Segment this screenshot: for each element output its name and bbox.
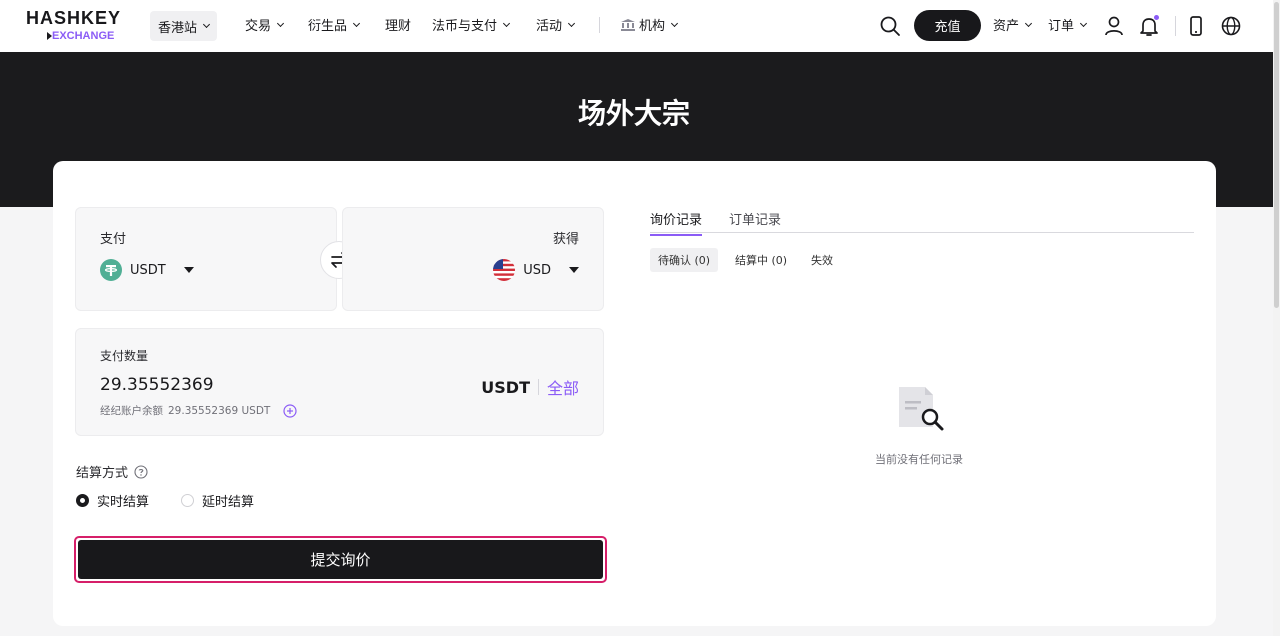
balance-row: 经纪账户余额 29.35552369 USDT: [100, 403, 297, 418]
empty-document-search-icon: [899, 387, 944, 431]
search-icon: [880, 16, 900, 36]
subtab-expired[interactable]: 失效: [803, 248, 841, 272]
menu-activities[interactable]: 活动: [536, 15, 576, 34]
scrollbar-thumb[interactable]: [1274, 2, 1279, 308]
account-button[interactable]: [1101, 13, 1127, 39]
tab-order-records[interactable]: 订单记录: [729, 209, 781, 234]
settlement-delayed-radio[interactable]: 延时结算: [181, 491, 254, 510]
receive-coin-label: USD: [523, 262, 551, 278]
notifications-button[interactable]: [1136, 13, 1162, 39]
region-label: 香港站: [158, 20, 198, 36]
chevron-down-icon: [502, 19, 511, 27]
nav-divider: [1175, 16, 1176, 36]
notification-dot: [1154, 15, 1159, 20]
max-button[interactable]: 全部: [547, 375, 579, 399]
menu-label: 衍生品: [308, 19, 348, 34]
empty-state-text: 当前没有任何记录: [875, 453, 963, 466]
caret-down-icon: [569, 267, 579, 273]
chevron-down-icon: [202, 20, 211, 29]
chevron-down-icon: [1079, 19, 1088, 27]
menu-label: 理财: [385, 19, 412, 34]
radio-unchecked-icon: [181, 494, 194, 507]
page-title: 场外大宗: [577, 97, 690, 130]
radio-label: 实时结算: [97, 495, 150, 510]
submit-quote-label: 提交询价: [78, 540, 603, 579]
amount-value: 29.35552369: [100, 375, 214, 395]
settlement-label-row: 结算方式: [76, 462, 148, 481]
pay-label: 支付: [100, 232, 127, 247]
receive-label: 获得: [552, 232, 579, 247]
amount-input[interactable]: 29.35552369: [100, 375, 480, 395]
menu-assets[interactable]: 资产: [993, 15, 1033, 34]
us-flag-icon: [493, 259, 516, 281]
menu-label: 交易: [245, 19, 272, 34]
amount-label: 支付数量: [100, 349, 149, 363]
help-icon[interactable]: [134, 464, 148, 479]
bank-icon: [621, 18, 635, 31]
pay-coin-label: USDT: [130, 262, 166, 278]
balance-value: 29.35552369 USDT: [168, 404, 271, 417]
otc-card: 支付 USDT 获得 USD 支付数量 29.35552369 USDT 全部 …: [53, 161, 1216, 626]
logo-subtext: EXCHANGE: [52, 30, 115, 42]
submit-quote-button[interactable]: 提交询价: [74, 536, 607, 583]
menu-trade[interactable]: 交易: [245, 15, 285, 34]
amount-box: 支付数量 29.35552369 USDT 全部 经纪账户余额 29.35552…: [75, 328, 604, 436]
menu-fiat-payment[interactable]: 法币与支付: [432, 15, 511, 34]
amount-unit: USDT: [481, 377, 530, 397]
pay-coin-selector[interactable]: USDT: [100, 259, 194, 281]
menu-label: 机构: [639, 19, 666, 34]
mobile-app-button[interactable]: [1183, 13, 1209, 39]
balance-label: 经纪账户余额: [100, 405, 163, 417]
chevron-down-icon: [1024, 19, 1033, 27]
phone-icon: [1190, 16, 1202, 36]
nav-divider: [599, 17, 600, 33]
language-button[interactable]: [1218, 13, 1244, 39]
top-nav: HASHKEY EXCHANGE 香港站 交易 衍生品 理财 法币与支付 活动 …: [0, 0, 1273, 52]
settlement-label: 结算方式: [76, 466, 129, 481]
chevron-down-icon: [567, 19, 576, 27]
region-selector[interactable]: 香港站: [150, 11, 218, 41]
logo-text: HASHKEY: [26, 8, 122, 28]
receive-box: 获得 USD: [342, 207, 604, 311]
globe-icon: [1221, 16, 1241, 36]
menu-label: 资产: [993, 19, 1020, 34]
subtab-pending[interactable]: 待确认 (0): [650, 248, 719, 272]
menu-derivatives[interactable]: 衍生品: [308, 15, 361, 34]
records-tabs: 询价记录 订单记录: [650, 209, 1194, 236]
menu-label: 法币与支付: [432, 19, 498, 34]
menu-label: 活动: [536, 19, 563, 34]
menu-label: 订单: [1048, 19, 1075, 34]
deposit-button[interactable]: 充值: [914, 10, 981, 41]
chevron-down-icon: [670, 19, 679, 27]
subtab-settling[interactable]: 结算中 (0): [727, 248, 795, 272]
radio-checked-icon: [76, 494, 89, 507]
receive-coin-selector[interactable]: USD: [493, 259, 579, 281]
caret-down-icon: [183, 267, 194, 273]
chevron-down-icon: [352, 19, 361, 27]
tab-inquiry-records[interactable]: 询价记录: [650, 209, 703, 236]
amount-unit-group: USDT 全部: [481, 375, 579, 399]
menu-orders[interactable]: 订单: [1048, 15, 1088, 34]
pay-box: 支付 USDT: [75, 207, 337, 311]
tether-icon: [100, 259, 122, 281]
unit-divider: [537, 379, 539, 395]
settlement-realtime-radio[interactable]: 实时结算: [76, 491, 149, 510]
chevron-down-icon: [276, 19, 285, 27]
hashkey-logo[interactable]: HASHKEY EXCHANGE: [26, 8, 126, 44]
add-circle-icon[interactable]: [283, 403, 297, 418]
menu-earn[interactable]: 理财: [385, 15, 411, 34]
page-scrollbar[interactable]: [1273, 0, 1280, 636]
search-button[interactable]: [877, 13, 903, 39]
radio-label: 延时结算: [202, 495, 255, 510]
user-icon: [1105, 16, 1123, 36]
menu-institution[interactable]: 机构: [621, 15, 679, 34]
